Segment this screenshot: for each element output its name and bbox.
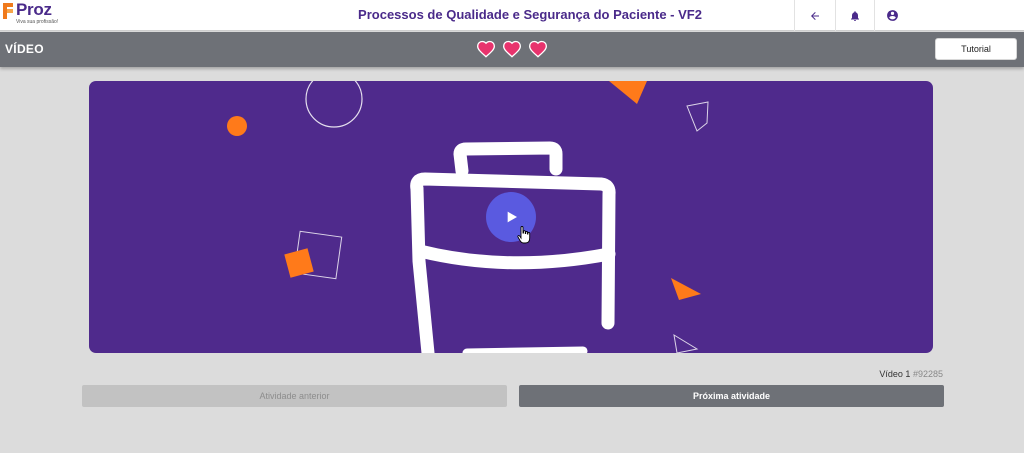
hand-pointer-cursor-icon [517,226,531,244]
page-title: Processos de Qualidade e Segurança do Pa… [358,7,702,22]
play-icon [507,211,517,223]
video-label-text: Vídeo [879,369,903,379]
logo-text: Proz [16,0,52,19]
proz-logo-mark-icon [3,3,13,19]
back-arrow-icon [811,11,819,20]
account-circle-icon [886,10,898,21]
video-player[interactable] [89,81,933,353]
video-id: #92285 [912,369,943,379]
heart-icon [476,40,496,58]
section-bar: VÍDEO Tutorial [0,32,1024,67]
lives-indicator [476,39,548,59]
logo-tagline: Viva sua profissão! [16,19,59,25]
back-button[interactable] [795,0,835,31]
bell-icon [851,10,859,21]
section-title: VÍDEO [5,42,44,56]
tutorial-button[interactable]: Tutorial [935,38,1017,60]
heart-icon [528,40,548,58]
notifications-button[interactable] [835,0,875,31]
video-label: Vídeo 1 #92285 [879,369,943,379]
top-bar: Proz Viva sua profissão! Processos de Qu… [0,0,1024,31]
account-button[interactable] [872,0,912,31]
heart-icon [502,40,522,58]
proz-logo[interactable]: Proz Viva sua profissão! [3,0,73,29]
previous-activity-button[interactable]: Atividade anterior [82,385,507,407]
next-activity-button[interactable]: Próxima atividade [519,385,944,407]
video-number: 1 [905,369,911,379]
